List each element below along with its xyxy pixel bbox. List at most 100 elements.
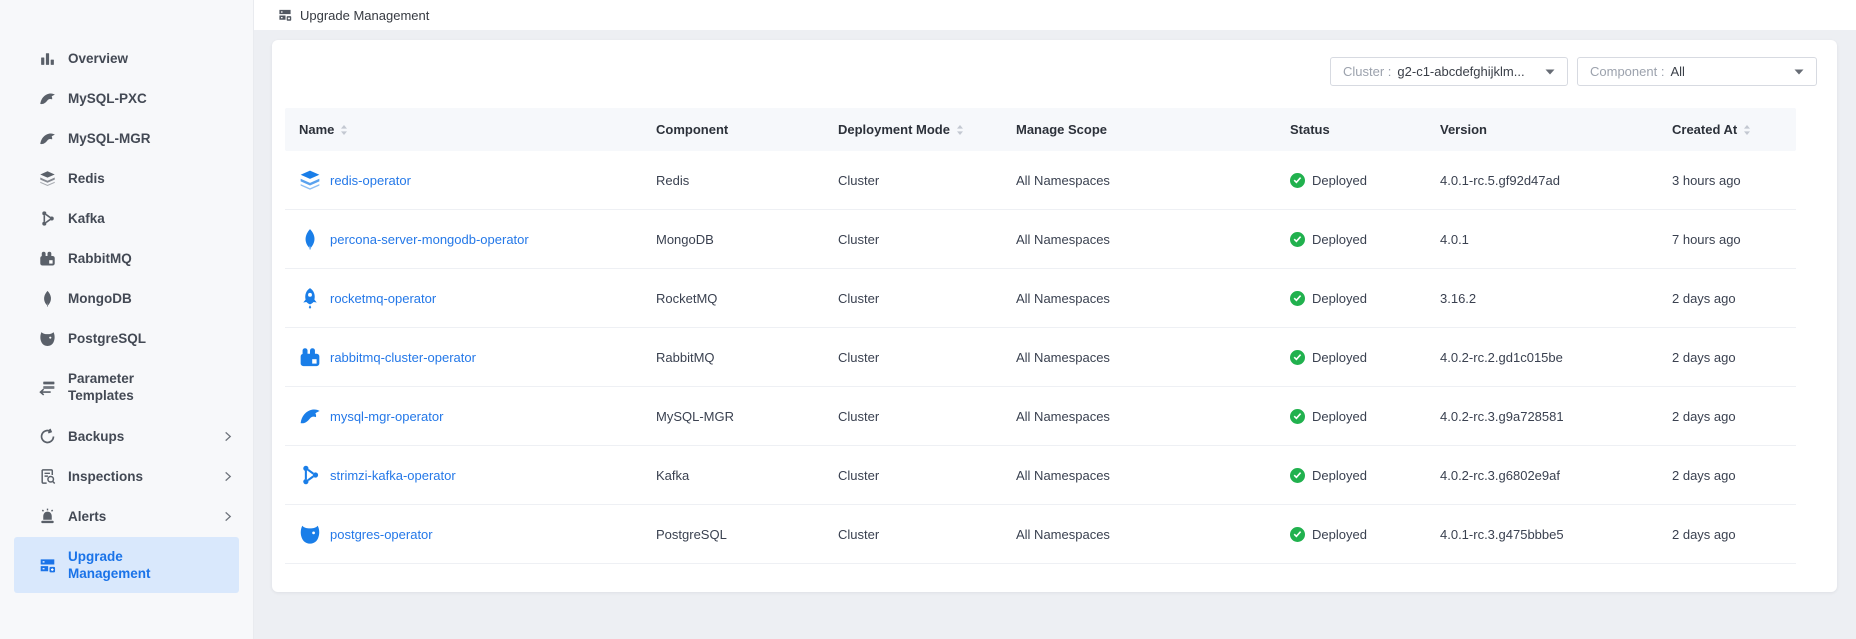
sidebar-nav: Overview MySQL-PXC MySQL-MGR Redis KafkaRabb… bbox=[0, 0, 254, 639]
name-cell: postgres-operator bbox=[285, 523, 656, 545]
sidebar-item-overview[interactable]: Overview bbox=[0, 38, 253, 78]
sidebar-item-backups[interactable]: Backups bbox=[0, 416, 253, 456]
status-label: Deployed bbox=[1312, 468, 1367, 483]
sidebar-item-mysql-pxc[interactable]: MySQL-PXC bbox=[0, 78, 253, 118]
status-deployed-icon bbox=[1290, 409, 1305, 424]
component-select[interactable]: Component : All bbox=[1577, 57, 1817, 86]
sidebar-item-upgrade-management[interactable]: UpgradeManagement bbox=[0, 536, 253, 594]
cluster-select-value: g2-c1-abcdefghijklm... bbox=[1397, 64, 1537, 79]
status-deployed-icon bbox=[1290, 291, 1305, 306]
deployment-mode-cell: Cluster bbox=[838, 527, 1016, 542]
component-cell: Redis bbox=[656, 173, 838, 188]
status-deployed-icon bbox=[1290, 232, 1305, 247]
manage-scope-cell: All Namespaces bbox=[1016, 468, 1290, 483]
cluster-select[interactable]: Cluster : g2-c1-abcdefghijklm... bbox=[1330, 57, 1568, 86]
sidebar-item-label: MySQL-PXC bbox=[68, 90, 147, 107]
sidebar-item-label: ParameterTemplates bbox=[68, 370, 134, 404]
table-row-percona-server-mongodb-operator: percona-server-mongodb-operator MongoDBCl… bbox=[285, 210, 1796, 269]
sidebar-item-label: UpgradeManagement bbox=[68, 548, 151, 582]
deployment-mode-cell: Cluster bbox=[838, 468, 1016, 483]
manage-scope-cell: All Namespaces bbox=[1016, 527, 1290, 542]
sidebar-item-parameter-templates[interactable]: ParameterTemplates bbox=[0, 358, 253, 416]
leaf-icon bbox=[299, 228, 321, 250]
operators-table: NameComponentDeployment ModeManage Scope… bbox=[285, 108, 1796, 564]
table-row-redis-operator: redis-operatorRedisClusterAll Namespaces… bbox=[285, 151, 1796, 210]
name-cell: strimzi-kafka-operator bbox=[285, 464, 656, 486]
operator-link[interactable]: mysql-mgr-operator bbox=[330, 409, 443, 424]
column-header-deployment-mode[interactable]: Deployment Mode bbox=[838, 122, 1016, 137]
operator-link[interactable]: strimzi-kafka-operator bbox=[330, 468, 456, 483]
sidebar-item-inspections[interactable]: Inspections bbox=[0, 456, 253, 496]
operator-link[interactable]: rabbitmq-cluster-operator bbox=[330, 350, 476, 365]
upgrade-icon bbox=[38, 556, 56, 574]
sidebar-item-label: Redis bbox=[68, 170, 105, 187]
filter-bar: Cluster : g2-c1-abcdefghijklm... Compone… bbox=[1330, 57, 1817, 86]
component-select-label: Component : bbox=[1590, 64, 1664, 79]
manage-scope-cell: All Namespaces bbox=[1016, 173, 1290, 188]
status-label: Deployed bbox=[1312, 527, 1367, 542]
name-cell: percona-server-mongodb-operator bbox=[285, 228, 656, 250]
component-cell: MongoDB bbox=[656, 232, 838, 247]
operator-link[interactable]: redis-operator bbox=[330, 173, 411, 188]
sidebar-item-rabbitmq[interactable]: RabbitMQ bbox=[0, 238, 253, 278]
rabbit-icon bbox=[299, 346, 321, 368]
sidebar-item-mysql-mgr[interactable]: MySQL-MGR bbox=[0, 118, 253, 158]
version-cell: 4.0.1-rc.3.g475bbbe5 bbox=[1440, 527, 1672, 542]
chevron-right-icon bbox=[222, 431, 233, 442]
status-cell: Deployed bbox=[1290, 468, 1440, 483]
created-at-cell: 2 days ago bbox=[1672, 527, 1796, 542]
deployment-mode-cell: Cluster bbox=[838, 232, 1016, 247]
cluster-select-label: Cluster : bbox=[1343, 64, 1391, 79]
sidebar-item-kafka[interactable]: Kafka bbox=[0, 198, 253, 238]
sidebar-item-label: MongoDB bbox=[68, 290, 132, 307]
rocket-icon bbox=[299, 287, 321, 309]
created-at-cell: 2 days ago bbox=[1672, 468, 1796, 483]
column-header-name[interactable]: Name bbox=[285, 122, 656, 137]
chevron-right-icon bbox=[222, 511, 233, 522]
sidebar-item-postgresql[interactable]: PostgreSQL bbox=[0, 318, 253, 358]
version-cell: 3.16.2 bbox=[1440, 291, 1672, 306]
name-cell: mysql-mgr-operator bbox=[285, 405, 656, 427]
sort-icon bbox=[1743, 124, 1751, 136]
created-at-cell: 2 days ago bbox=[1672, 409, 1796, 424]
manage-scope-cell: All Namespaces bbox=[1016, 232, 1290, 247]
dolphin-icon bbox=[38, 129, 56, 147]
deployment-mode-cell: Cluster bbox=[838, 291, 1016, 306]
page-title: Upgrade Management bbox=[300, 8, 429, 23]
created-at-cell: 7 hours ago bbox=[1672, 232, 1796, 247]
kafka-icon bbox=[38, 209, 56, 227]
status-label: Deployed bbox=[1312, 291, 1367, 306]
column-header-version: Version bbox=[1440, 122, 1672, 137]
table-row-rocketmq-operator: rocketmq-operatorRocketMQClusterAll Name… bbox=[285, 269, 1796, 328]
sidebar-item-alerts[interactable]: Alerts bbox=[0, 496, 253, 536]
redis-icon bbox=[38, 169, 56, 187]
sidebar-item-label: Inspections bbox=[68, 468, 143, 485]
created-at-cell: 2 days ago bbox=[1672, 350, 1796, 365]
main-card: Cluster : g2-c1-abcdefghijklm... Compone… bbox=[272, 40, 1837, 592]
column-header-created-at[interactable]: Created At bbox=[1672, 122, 1796, 137]
sidebar-item-mongodb[interactable]: MongoDB bbox=[0, 278, 253, 318]
elephant-icon bbox=[38, 329, 56, 347]
column-header-component: Component bbox=[656, 122, 838, 137]
top-bar: Upgrade Management bbox=[254, 0, 1856, 30]
app-window: Upgrade Management Overview MySQL-PXC MySQ… bbox=[0, 0, 1856, 639]
operator-link[interactable]: percona-server-mongodb-operator bbox=[330, 232, 529, 247]
sidebar-item-label: PostgreSQL bbox=[68, 330, 146, 347]
table-header-row: NameComponentDeployment ModeManage Scope… bbox=[285, 108, 1796, 151]
alert-icon bbox=[38, 507, 56, 525]
table-body: redis-operatorRedisClusterAll Namespaces… bbox=[285, 151, 1796, 564]
operator-link[interactable]: postgres-operator bbox=[330, 527, 433, 542]
column-header-status: Status bbox=[1290, 122, 1440, 137]
deployment-mode-cell: Cluster bbox=[838, 409, 1016, 424]
status-deployed-icon bbox=[1290, 527, 1305, 542]
table-row-postgres-operator: postgres-operatorPostgreSQLClusterAll Na… bbox=[285, 505, 1796, 564]
sidebar-item-label: MySQL-MGR bbox=[68, 130, 151, 147]
backup-icon bbox=[38, 427, 56, 445]
table-row-rabbitmq-cluster-operator: rabbitmq-cluster-operatorRabbitMQCluster… bbox=[285, 328, 1796, 387]
sidebar-item-redis[interactable]: Redis bbox=[0, 158, 253, 198]
status-label: Deployed bbox=[1312, 409, 1367, 424]
operator-link[interactable]: rocketmq-operator bbox=[330, 291, 436, 306]
status-label: Deployed bbox=[1312, 232, 1367, 247]
name-cell: redis-operator bbox=[285, 169, 656, 191]
component-select-value: All bbox=[1670, 64, 1786, 79]
